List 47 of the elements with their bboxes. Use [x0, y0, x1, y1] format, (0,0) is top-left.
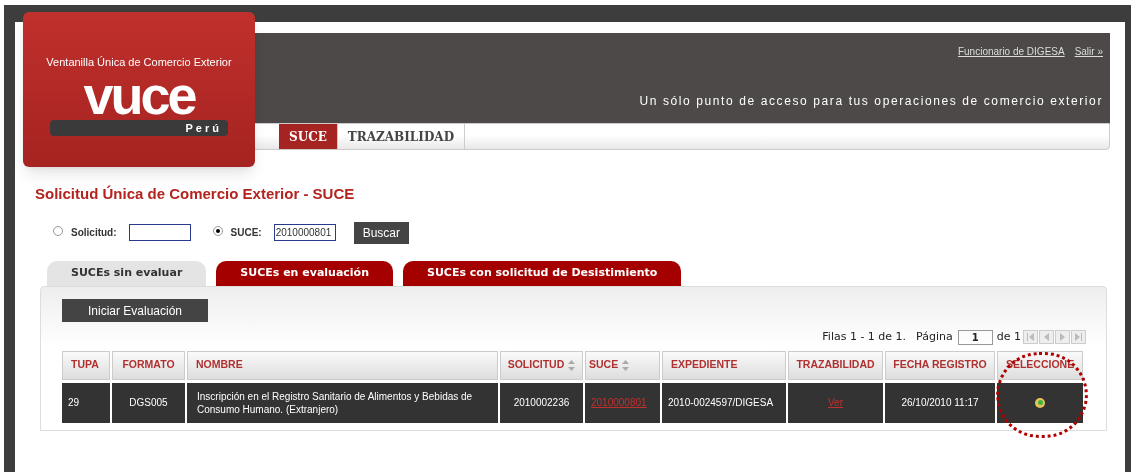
- search-input[interactable]: 2010000801: [273, 224, 336, 241]
- nav-tab[interactable]: TRAZABILIDAD: [337, 124, 466, 149]
- header-link[interactable]: Funcionario de DIGESA: [957, 44, 1065, 59]
- select-radio[interactable]: [1035, 397, 1045, 408]
- column-header[interactable]: SOLICITUD: [500, 350, 583, 380]
- table-cell: 2010002236: [500, 382, 583, 423]
- table-cell: Inscripción en el Registro Sanitario de Alimentos y Bebidas de Consumo Humano. (Extranjero): [187, 382, 498, 423]
- action-button[interactable]: Iniciar Evaluación: [62, 299, 208, 322]
- column-header: TUPA: [62, 350, 110, 380]
- table-cell: 26/10/2010 11:17: [885, 382, 995, 423]
- search-label: Solicitud:: [71, 226, 117, 240]
- pager-button[interactable]: [1023, 330, 1038, 345]
- radio-button[interactable]: [53, 225, 63, 236]
- pager-arrow-icon: [1026, 333, 1035, 342]
- page-input[interactable]: 1: [957, 329, 993, 345]
- tab[interactable]: SUCEs sin evaluar: [47, 260, 207, 286]
- table-cell: 2010-0024597/DIGESA: [662, 382, 786, 423]
- radio-button[interactable]: [212, 225, 223, 236]
- tab[interactable]: SUCEs en evaluación: [216, 260, 393, 286]
- header-link[interactable]: Salir »: [1074, 44, 1103, 59]
- pager-button[interactable]: [1039, 330, 1054, 345]
- column-header: TRAZABILIDAD: [788, 350, 883, 380]
- sort-icon[interactable]: [622, 359, 630, 371]
- column-header: FORMATO: [112, 350, 185, 380]
- slogan: Un sólo punto de acceso para tus operaciones de comercio exterior: [639, 93, 1103, 110]
- pager-button[interactable]: [1071, 330, 1086, 345]
- nav-tab[interactable]: SUCE: [279, 124, 338, 149]
- column-header: NOMBRE: [187, 350, 498, 380]
- sort-icon[interactable]: [568, 359, 576, 371]
- page-label: Página: [916, 329, 953, 345]
- search-input[interactable]: [128, 224, 191, 241]
- search-label: SUCE:: [230, 226, 262, 240]
- table-cell: 29: [62, 382, 110, 423]
- page-title: Solicitud Única de Comercio Exterior - SUCE: [35, 184, 356, 204]
- search-button[interactable]: Buscar: [353, 221, 410, 244]
- pager-button[interactable]: [1055, 330, 1070, 345]
- logo-country-bar: Perú: [50, 119, 228, 136]
- table-cell: DGS005: [112, 382, 185, 423]
- pager-arrow-icon: [1074, 333, 1083, 342]
- column-header: FECHA REGISTRO: [885, 350, 995, 380]
- column-header: EXPEDIENTE: [662, 350, 786, 380]
- logo-wordmark: vuce: [83, 72, 195, 117]
- tab[interactable]: SUCEs con solicitud de Desistimiento: [403, 260, 682, 286]
- rows-info: Filas 1 - 1 de 1.: [822, 329, 907, 345]
- logo-tagline: Ventanilla Única de Comercio Exterior: [46, 55, 232, 70]
- column-header[interactable]: SUCE: [585, 350, 660, 380]
- page-count: de 1: [996, 329, 1021, 345]
